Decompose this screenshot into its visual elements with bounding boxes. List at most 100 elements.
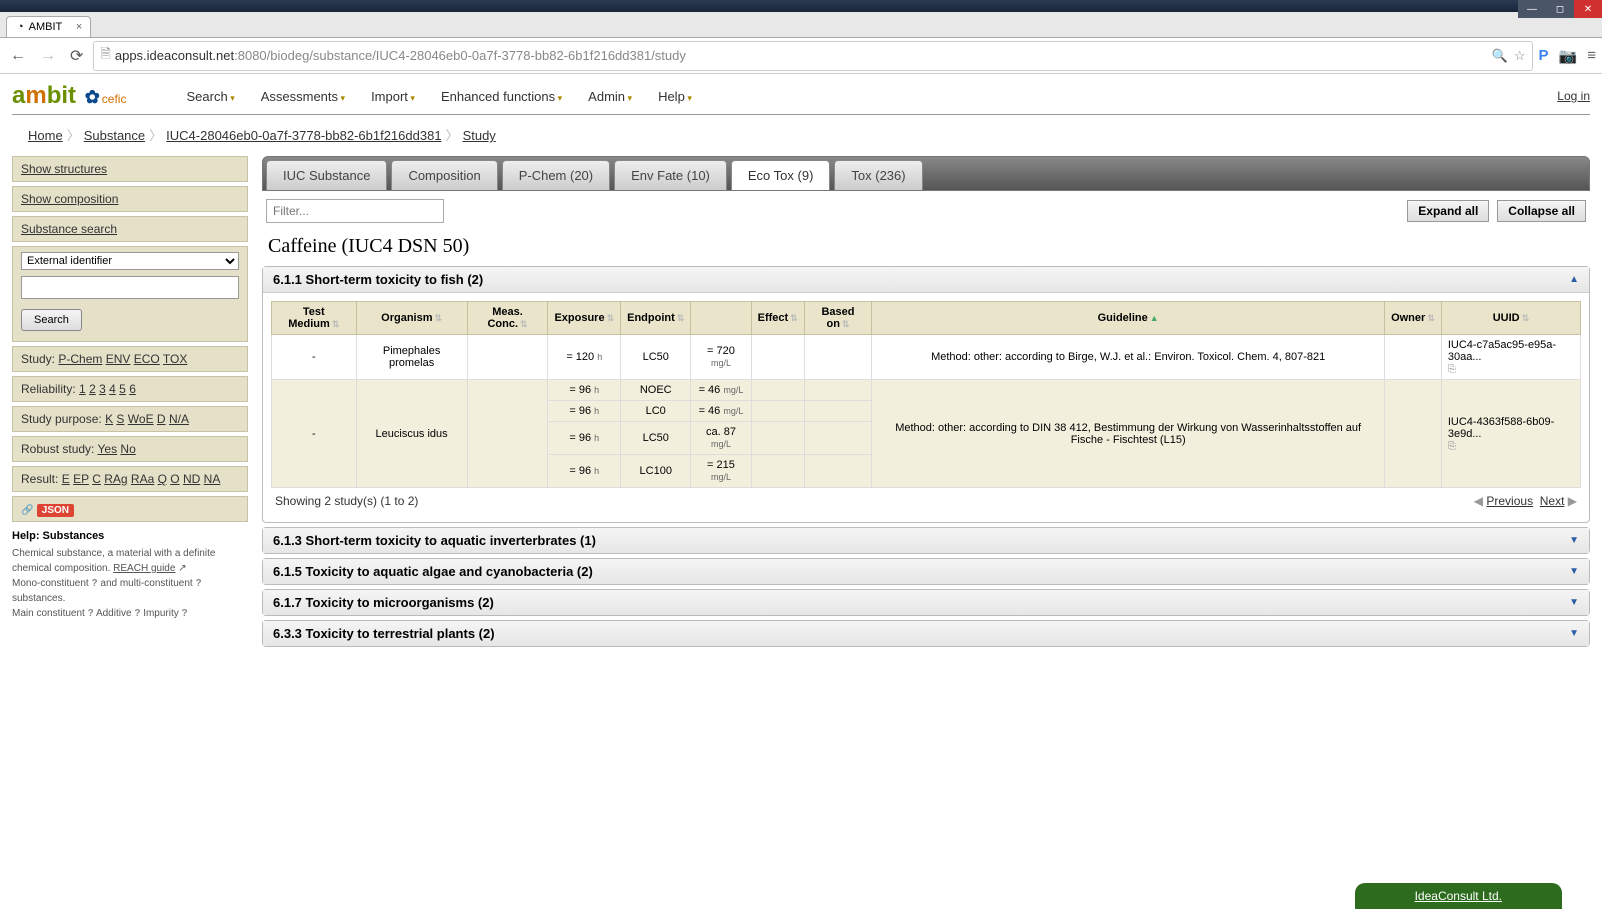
filter-link[interactable]: ND [183,472,200,486]
bookmark-icon[interactable]: ☆ [1514,48,1526,64]
sidebar-link[interactable]: Substance search [21,222,117,236]
tab-p-chem-20-[interactable]: P-Chem (20) [502,160,610,190]
nav-help[interactable]: Help [658,89,692,104]
tab-bar: IUC SubstanceCompositionP-Chem (20)Env F… [262,156,1590,191]
window-close[interactable]: ✕ [1574,0,1602,18]
back-button[interactable]: ← [6,45,30,67]
copy-icon[interactable]: ⎘ [1448,364,1456,375]
filter-link[interactable]: E [62,472,70,486]
panel-header[interactable]: 6.1.7 Toxicity to microorganisms (2)▼ [263,590,1589,615]
column-header[interactable]: Guideline▲ [872,302,1385,335]
filter-link[interactable]: P-Chem [58,352,102,366]
filter-link[interactable]: TOX [163,352,187,366]
filter-link[interactable]: 4 [109,382,116,396]
sidebar-link[interactable]: Show structures [21,162,107,176]
study-panel-closed: 6.1.5 Toxicity to aquatic algae and cyan… [262,558,1590,585]
filter-link[interactable]: C [92,472,101,486]
panel-header[interactable]: 6.1.1 Short-term toxicity to fish (2) ▲ [263,267,1589,293]
filter-link[interactable]: 6 [129,382,136,396]
ext-camera-icon[interactable]: 📷 [1559,47,1578,65]
nav-enhanced-functions[interactable]: Enhanced functions [441,89,562,104]
column-header[interactable]: Based on⇅ [804,302,872,335]
forward-button[interactable]: → [36,45,60,67]
main-content: IUC SubstanceCompositionP-Chem (20)Env F… [262,156,1590,651]
collapse-all-button[interactable]: Collapse all [1497,200,1586,222]
filter-link[interactable]: N/A [169,412,189,426]
filter-link[interactable]: 2 [89,382,96,396]
link-icon: 🔗 [21,505,33,516]
filter-link[interactable]: Yes [98,442,118,456]
panel-header[interactable]: 6.3.3 Toxicity to terrestrial plants (2)… [263,621,1589,646]
search-input[interactable] [21,276,239,299]
column-header[interactable]: Endpoint⇅ [621,302,691,335]
column-header[interactable]: Meas. Conc.⇅ [467,302,548,335]
app-logo[interactable]: ambit ✿cefic [12,82,126,110]
filter-link[interactable]: RAa [131,472,154,486]
table-row: -Leuciscus idus= 96 hNOEC= 46 mg/LMethod… [272,380,1581,401]
filter-link[interactable]: EP [73,472,89,486]
breadcrumb-item[interactable]: Substance [84,128,145,143]
panel-header[interactable]: 6.1.5 Toxicity to aquatic algae and cyan… [263,559,1589,584]
copy-icon[interactable]: ⎘ [1448,441,1456,452]
column-header[interactable]: Test Medium⇅ [272,302,357,335]
tab-close-icon[interactable]: × [76,21,82,33]
filter-link[interactable]: 1 [79,382,86,396]
filter-input[interactable] [266,199,444,223]
nav-import[interactable]: Import [371,89,415,104]
nav-assessments[interactable]: Assessments [261,89,345,104]
sidebar-link[interactable]: Show composition [21,192,118,206]
page-icon: 🗎 [100,45,110,67]
zoom-icon[interactable]: 🔍 [1492,48,1508,64]
filter-link[interactable]: No [120,442,135,456]
reach-guide-link[interactable]: REACH guide [113,563,175,574]
browser-menu-icon[interactable]: ≡ [1587,47,1596,64]
breadcrumb-item[interactable]: IUC4-28046eb0-0a7f-3778-bb82-6b1f216dd38… [166,128,441,143]
login-link[interactable]: Log in [1557,89,1590,103]
column-header[interactable] [691,302,751,335]
window-maximize[interactable]: ◻ [1546,0,1574,18]
column-header[interactable]: Effect⇅ [751,302,804,335]
reload-button[interactable]: ⟳ [66,44,87,68]
sidebar: Show structures Show composition Substance… [12,156,248,651]
tab-iuc-substance[interactable]: IUC Substance [266,160,387,190]
json-badge[interactable]: JSON [37,504,74,517]
tab-tox-236-[interactable]: Tox (236) [834,160,922,190]
filter-link[interactable]: 5 [119,382,126,396]
filter-link[interactable]: 3 [99,382,106,396]
expand-all-button[interactable]: Expand all [1407,200,1489,222]
column-header[interactable]: Owner⇅ [1385,302,1442,335]
address-bar[interactable]: 🗎 apps.ideaconsult.net:8080/biodeg/subst… [93,41,1532,71]
filter-link[interactable]: Q [158,472,167,486]
table-row: -Pimephales promelas= 120 hLC50= 720 mg/… [272,335,1581,380]
nav-search[interactable]: Search [186,89,234,104]
panel-header[interactable]: 6.1.3 Short-term toxicity to aquatic inv… [263,528,1589,553]
identifier-select[interactable]: External identifier [21,252,239,270]
filter-link[interactable]: K [105,412,113,426]
filter-link[interactable]: WoE [128,412,154,426]
study-panel-open: 6.1.1 Short-term toxicity to fish (2) ▲ … [262,266,1590,523]
search-button[interactable]: Search [21,309,82,331]
filter-link[interactable]: D [157,412,166,426]
filter-link[interactable]: RAg [104,472,127,486]
column-header[interactable]: UUID⇅ [1441,302,1580,335]
tab-eco-tox-9-[interactable]: Eco Tox (9) [731,160,831,190]
breadcrumb-item[interactable]: Home [28,128,63,143]
column-header[interactable]: Exposure⇅ [548,302,621,335]
expand-icon: ▼ [1569,628,1579,639]
tab-composition[interactable]: Composition [391,160,497,190]
next-link[interactable]: Next [1540,494,1565,508]
browser-tab[interactable]: ◔ AMBIT × [6,16,91,37]
footer-link[interactable]: IdeaConsult Ltd. [1355,883,1562,909]
tab-env-fate-10-[interactable]: Env Fate (10) [614,160,727,190]
breadcrumb-item[interactable]: Study [463,128,496,143]
filter-link[interactable]: NA [204,472,221,486]
window-minimize[interactable]: — [1518,0,1546,18]
prev-link[interactable]: Previous [1486,494,1533,508]
filter-link[interactable]: ECO [134,352,160,366]
column-header[interactable]: Organism⇅ [356,302,467,335]
filter-link[interactable]: S [116,412,124,426]
filter-link[interactable]: O [170,472,179,486]
nav-admin[interactable]: Admin [588,89,632,104]
ext-p-icon[interactable]: P [1539,47,1549,64]
filter-link[interactable]: ENV [106,352,131,366]
